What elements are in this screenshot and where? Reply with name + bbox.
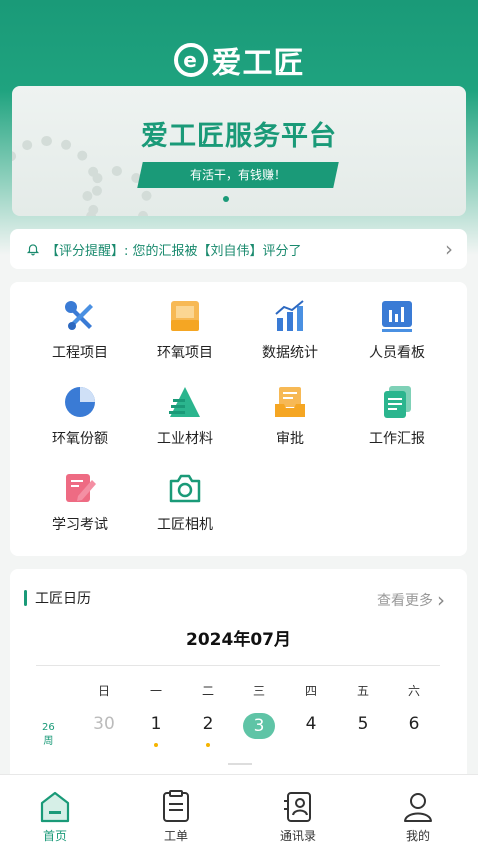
weekday-label: 六: [407, 684, 420, 698]
tab-label: 我的: [405, 829, 430, 843]
camera-icon: [169, 474, 201, 503]
tab-work-order[interactable]: 工单: [136, 789, 216, 844]
menu-label: 环氧项目: [157, 345, 213, 361]
chevron-right-icon: ›: [445, 237, 453, 261]
calendar-card: 工匠日历 查看更多 › 2024年07月 日 一 二 三 四 五 六 26 周 …: [10, 569, 467, 779]
menu-label: 学习考试: [52, 517, 108, 533]
menu-item-study-exam[interactable]: 学习考试: [30, 470, 130, 534]
notice-text: 【评分提醒】: 您的汇报被【刘自伟】评分了: [46, 243, 302, 259]
menu-item-work-report[interactable]: 工作汇报: [347, 384, 447, 448]
app-title: e 爱工匠: [0, 38, 478, 82]
menu-item-industrial-material[interactable]: 工业材料: [135, 384, 235, 448]
weekday-label: 二: [201, 684, 214, 698]
contacts-icon: [284, 792, 311, 822]
approval-inbox-icon: [275, 387, 305, 417]
app-name: 爱工匠: [211, 46, 305, 81]
calendar-day[interactable]: 30: [89, 714, 119, 734]
banner-carousel[interactable]: 爱工匠服务平台 有活干，有钱赚！: [12, 86, 466, 216]
calendar-month: 2024年07月: [186, 630, 291, 650]
report-document-icon: [384, 386, 411, 418]
menu-item-epoxy-project[interactable]: 环氧项目: [135, 298, 235, 362]
view-more-link[interactable]: 查看更多 ›: [377, 588, 445, 612]
menu-item-epoxy-share[interactable]: 环氧份额: [30, 384, 130, 448]
tab-home[interactable]: 首页: [15, 789, 95, 844]
banner-title: 爱工匠服务平台: [141, 121, 337, 152]
menu-grid: 工程项目 环氧项目 数据统计 人员看板 环氧份额 工业材料 审批 工作汇报 学习…: [10, 282, 467, 556]
banner-slogan: 有活干，有钱赚！: [137, 162, 339, 188]
menu-item-staff-board[interactable]: 人员看板: [347, 298, 447, 362]
week-number: 26 周: [42, 722, 55, 747]
home-icon: [40, 791, 70, 823]
chevron-right-icon: ›: [437, 588, 445, 612]
dashboard-chart-icon: [382, 301, 412, 332]
weekday-label: 日: [97, 684, 110, 698]
carousel-indicator[interactable]: [223, 196, 229, 202]
menu-item-statistics[interactable]: 数据统计: [240, 298, 340, 362]
tab-label: 工单: [163, 829, 188, 843]
menu-item-craftsman-camera[interactable]: 工匠相机: [135, 470, 235, 534]
calendar-day[interactable]: 1: [141, 714, 171, 734]
menu-label: 工作汇报: [369, 431, 425, 447]
logo-icon: e: [173, 43, 208, 77]
calendar-day[interactable]: 6: [399, 714, 429, 734]
calendar-day[interactable]: 5: [348, 714, 378, 734]
calendar-day-today[interactable]: 3: [243, 713, 275, 739]
tab-label: 首页: [42, 829, 67, 843]
tab-profile[interactable]: 我的: [378, 789, 458, 844]
bottom-tab-bar: 首页 工单 通讯录 我的: [0, 774, 478, 850]
view-more-label: 查看更多: [377, 593, 433, 609]
notice-bar[interactable]: 【评分提醒】: 您的汇报被【刘自伟】评分了 ›: [10, 229, 467, 269]
menu-item-approval[interactable]: 审批: [240, 384, 340, 448]
event-marker: [206, 743, 210, 747]
weekday-label: 三: [252, 684, 265, 698]
menu-label: 工匠相机: [157, 517, 213, 533]
menu-label: 工业材料: [157, 431, 213, 447]
menu-item-engineering[interactable]: 工程项目: [30, 298, 130, 362]
material-pyramid-icon: [169, 387, 200, 417]
clipboard-icon: [163, 790, 189, 822]
expand-handle[interactable]: [228, 763, 252, 765]
menu-label: 工程项目: [52, 345, 108, 361]
weekday-label: 一: [149, 684, 162, 698]
weekday-label: 四: [304, 684, 317, 698]
calendar-title: 工匠日历: [35, 591, 91, 607]
menu-label: 环氧份额: [52, 431, 108, 447]
calendar-day[interactable]: 2: [193, 714, 223, 734]
study-pen-icon: [66, 474, 96, 502]
calendar-header: 工匠日历: [24, 588, 91, 608]
divider: [36, 665, 440, 666]
menu-label: 审批: [276, 431, 304, 447]
tab-contacts[interactable]: 通讯录: [258, 789, 338, 844]
pie-chart-icon: [65, 387, 95, 417]
bar-chart-trend-icon: [275, 300, 304, 331]
weekday-label: 五: [356, 684, 369, 698]
tab-label: 通讯录: [279, 829, 316, 843]
user-icon: [404, 793, 432, 822]
calendar-day[interactable]: 4: [296, 714, 326, 734]
bell-icon: [26, 244, 40, 256]
event-marker: [154, 743, 158, 747]
menu-label: 数据统计: [262, 345, 318, 361]
folder-icon: [171, 301, 199, 331]
section-accent-bar: [24, 590, 27, 606]
menu-label: 人员看板: [369, 345, 425, 361]
wrench-screwdriver-icon: [65, 301, 93, 330]
